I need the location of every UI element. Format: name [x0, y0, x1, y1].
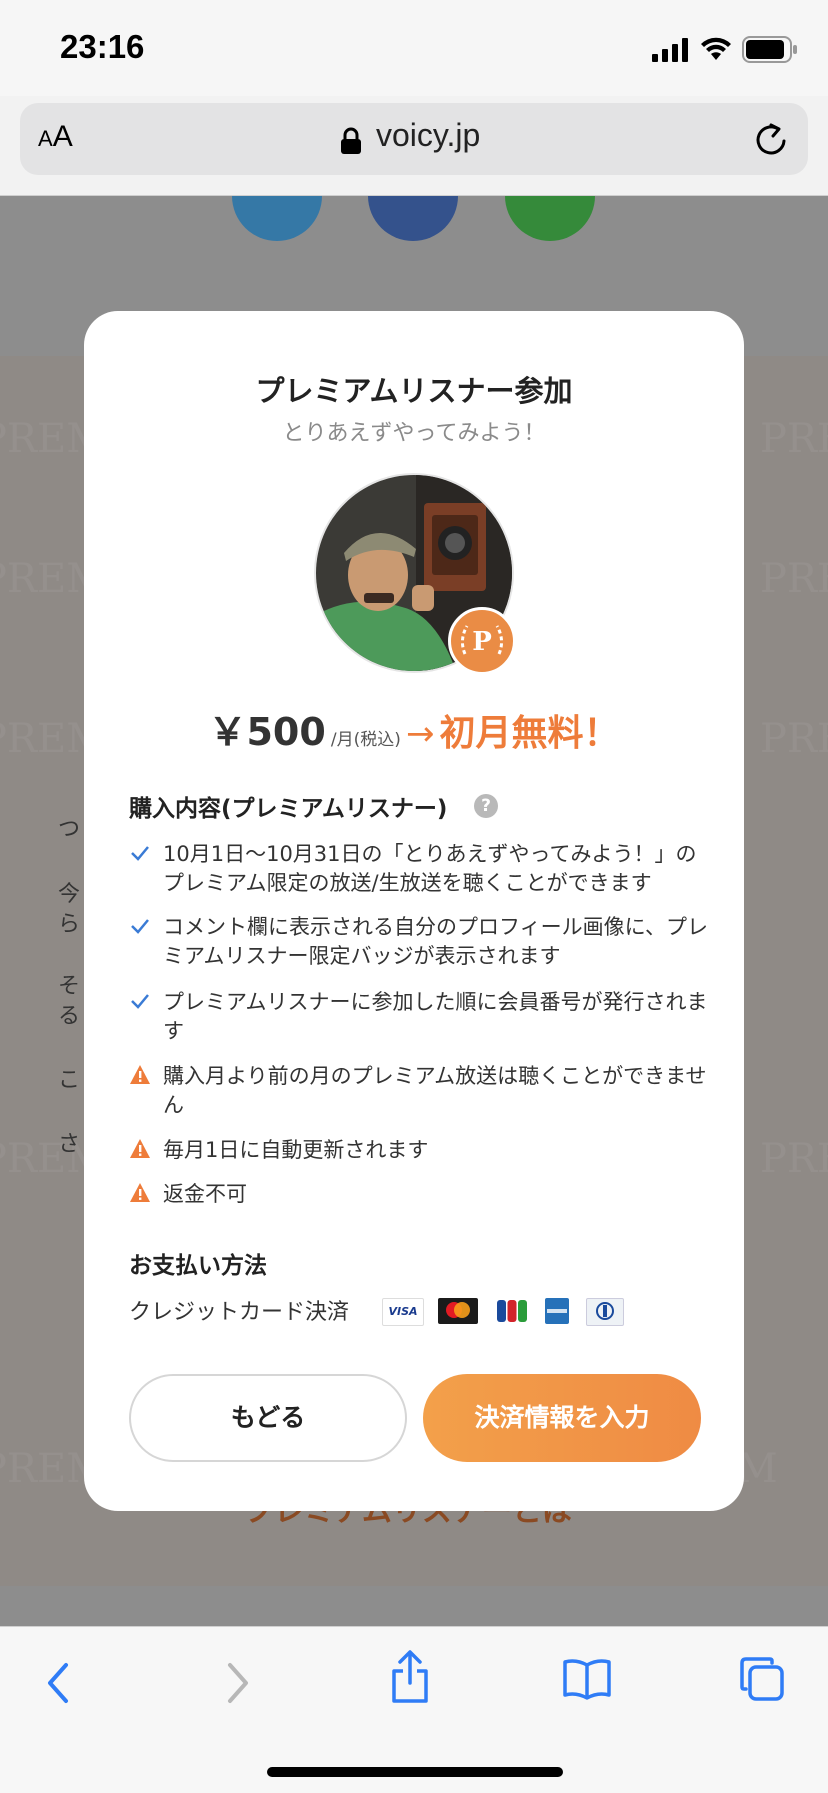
page-text-fragment: 今 — [58, 882, 81, 907]
cellular-signal-icon — [652, 38, 688, 62]
notice-item: 毎月1日に自動更新されます — [129, 1136, 709, 1166]
premium-badge-icon: P — [448, 607, 516, 675]
battery-icon — [742, 36, 797, 63]
price-amount: ￥500 — [208, 710, 326, 754]
status-time: 23:16 — [60, 28, 145, 65]
first-month-free-label: 初月無料！ — [439, 713, 620, 754]
page-text-fragment: る — [58, 1004, 81, 1029]
notice-text: 毎月1日に自動更新されます — [163, 1138, 429, 1162]
visa-icon: VISA — [382, 1298, 424, 1326]
back-button[interactable]: もどる — [129, 1374, 407, 1462]
watermark-text: PREMIUM — [760, 416, 828, 462]
watermark-text: PREMIUM — [760, 1136, 828, 1182]
bookmarks-icon[interactable] — [562, 1657, 612, 1701]
warning-icon — [130, 1065, 150, 1084]
text-size-small-label: A — [38, 126, 53, 151]
url-text[interactable]: voicy.jp — [376, 117, 480, 154]
facebook-share-icon — [368, 196, 458, 241]
twitter-share-icon — [232, 196, 322, 241]
home-indicator — [267, 1767, 563, 1777]
visa-text: VISA — [388, 1305, 418, 1318]
text-size-large-label: A — [52, 120, 73, 153]
arrow-icon: → — [405, 714, 435, 754]
warning-icon — [130, 1139, 150, 1158]
price-line: ￥500 /月(税込) → 初月無料！ — [84, 701, 744, 756]
check-icon — [131, 919, 149, 934]
status-bar: 23:16 — [0, 0, 828, 96]
notice-item: 返金不可 — [129, 1180, 709, 1210]
forward-nav-icon[interactable] — [224, 1661, 252, 1705]
jcb-icon — [496, 1298, 528, 1324]
warning-icon — [130, 1183, 150, 1202]
tabs-icon[interactable] — [738, 1655, 786, 1703]
notice-item: 購入月より前の月のプレミアム放送は聴くことができません — [129, 1062, 709, 1120]
page-text-fragment: そ — [58, 974, 81, 999]
wifi-icon — [701, 37, 731, 60]
benefit-item: コメント欄に表示される自分のプロフィール画像に、プレミアムリスナー限定バッジが表… — [129, 913, 709, 971]
page-text-fragment: ら — [58, 912, 81, 937]
modal-subtitle: とりあえずやってみよう！ — [282, 421, 546, 446]
diners-icon — [586, 1298, 624, 1326]
enter-payment-info-button[interactable]: 決済情報を入力 — [423, 1374, 701, 1462]
line-share-icon — [505, 196, 595, 241]
page-text-fragment: さ — [58, 1132, 81, 1157]
check-icon — [131, 846, 149, 861]
watermark-text: PREMIUM — [760, 716, 828, 762]
page-text-fragment: こ — [58, 1068, 81, 1093]
back-nav-icon[interactable] — [44, 1661, 72, 1705]
check-icon — [131, 994, 149, 1009]
notice-text: 返金不可 — [163, 1182, 247, 1206]
premium-join-modal: プレミアムリスナー参加 とりあえずやってみよう！ P ￥500 /月(税込) →… — [84, 311, 744, 1511]
mastercard-icon — [438, 1298, 478, 1324]
amex-icon — [545, 1298, 569, 1324]
benefit-item: 10月1日〜10月31日の「とりあえずやってみよう！」のプレミアム限定の放送/生… — [129, 840, 709, 898]
modal-title: プレミアムリスナー参加 — [255, 374, 573, 408]
share-icon[interactable] — [388, 1649, 432, 1705]
lock-icon — [341, 127, 361, 154]
benefit-text: コメント欄に表示される自分のプロフィール画像に、プレミアムリスナー限定バッジが表… — [163, 915, 708, 968]
payment-method-heading: お支払い方法 — [129, 1253, 267, 1279]
text-size-button[interactable]: AA — [38, 120, 73, 154]
reload-icon[interactable] — [756, 123, 788, 157]
notice-text: 購入月より前の月のプレミアム放送は聴くことができません — [163, 1064, 707, 1117]
price-unit: /月(税込) — [330, 730, 401, 750]
address-bar[interactable]: AA voicy.jp — [20, 103, 808, 175]
payment-method-label: クレジットカード決済 — [129, 1300, 350, 1325]
help-icon[interactable]: ? — [474, 794, 498, 818]
purchase-contents-heading: 購入内容(プレミアムリスナー) — [129, 796, 448, 822]
benefit-item: プレミアムリスナーに参加した順に会員番号が発行されます — [129, 988, 709, 1046]
benefit-text: 10月1日〜10月31日の「とりあえずやってみよう！」のプレミアム限定の放送/生… — [163, 842, 697, 895]
watermark-text: PREMIUM — [760, 556, 828, 602]
page-text-fragment: つ — [58, 817, 81, 842]
benefit-text: プレミアムリスナーに参加した順に会員番号が発行されます — [163, 990, 708, 1043]
premium-badge-letter: P — [472, 627, 492, 657]
